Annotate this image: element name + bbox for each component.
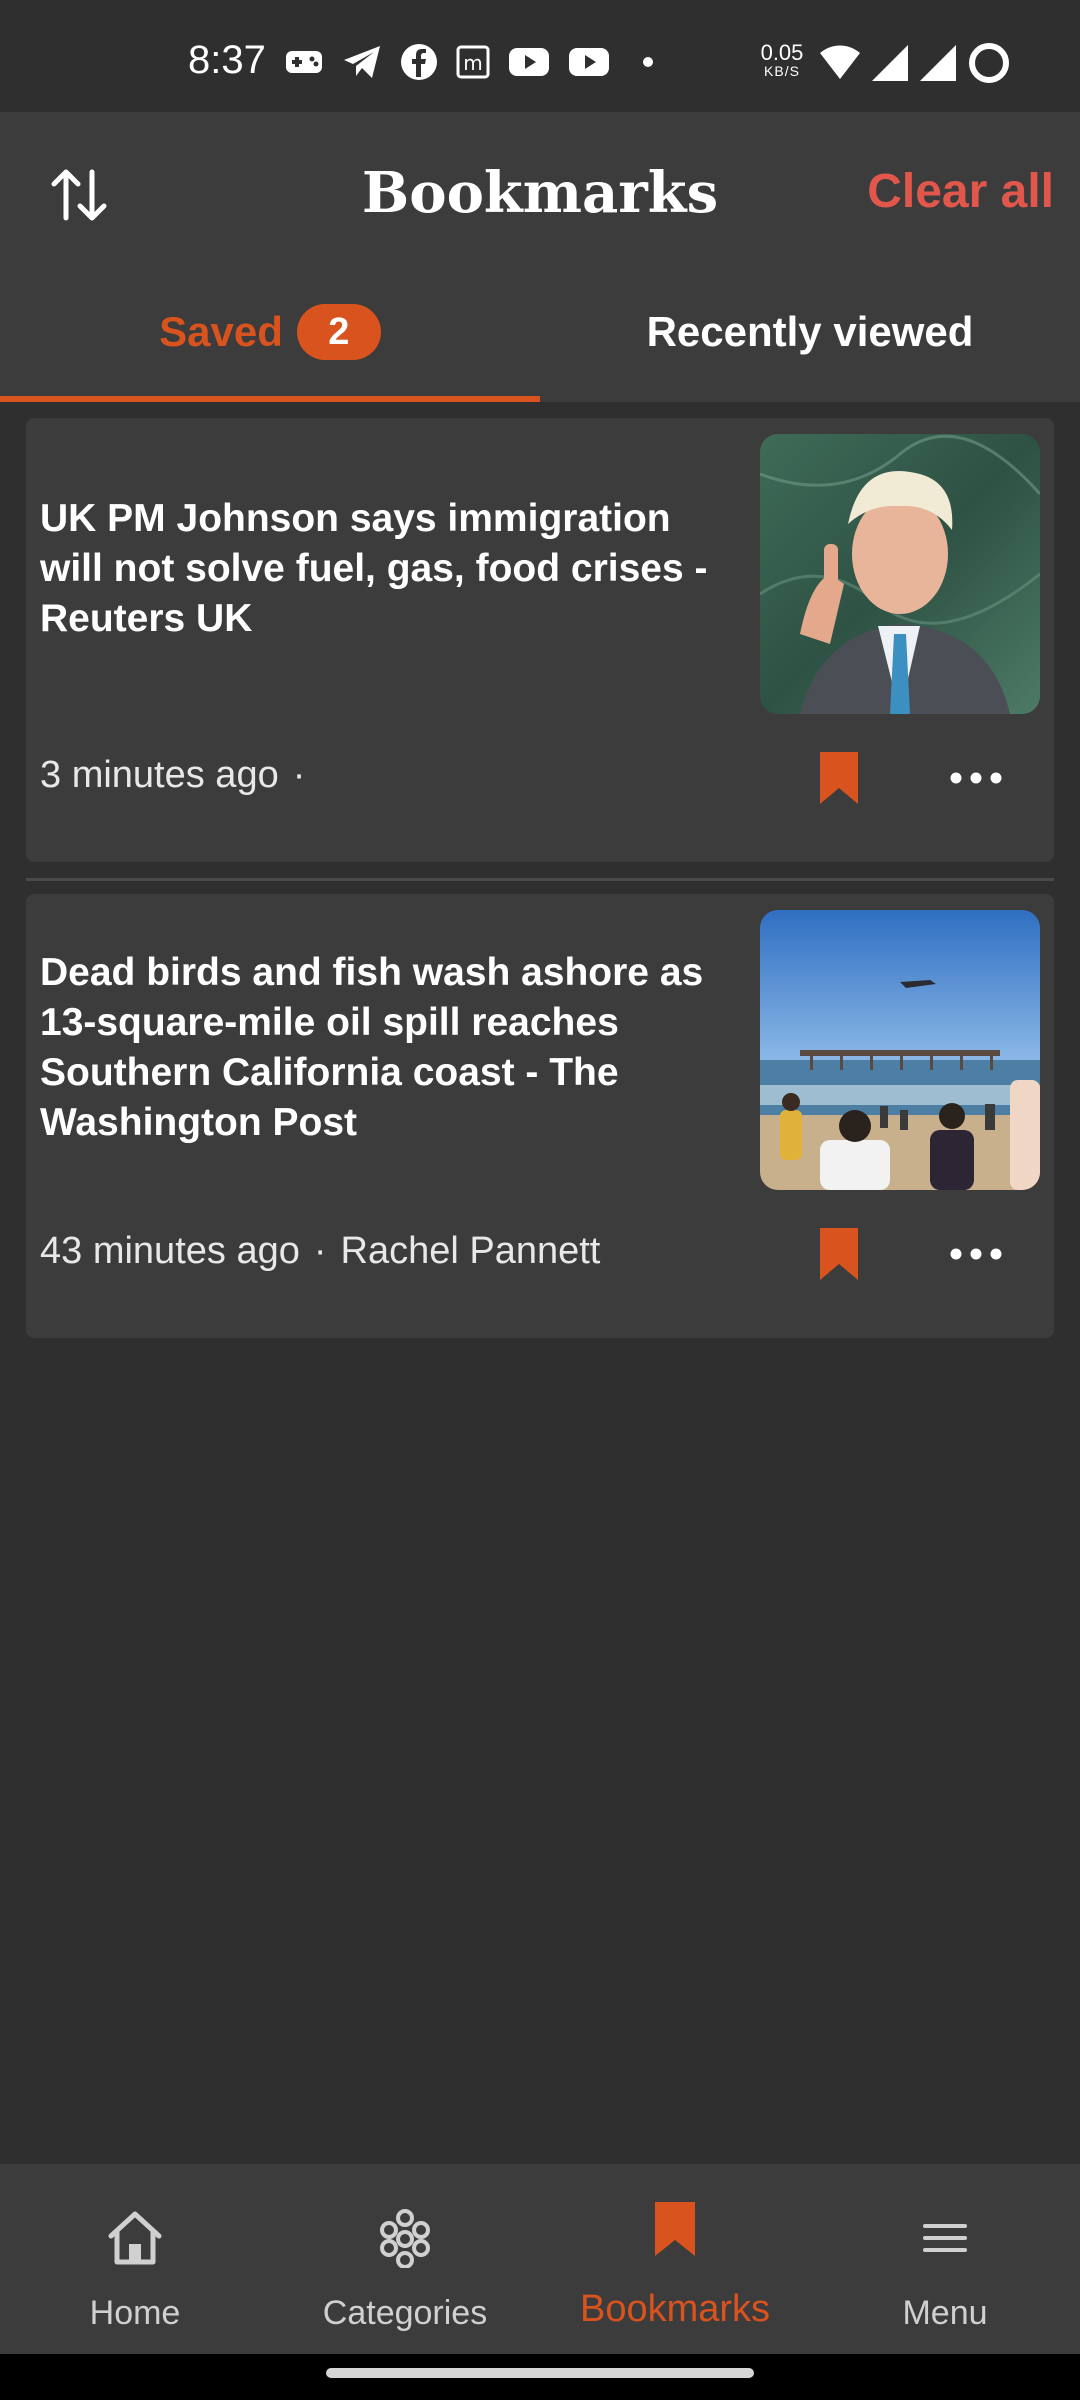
home-icon: [108, 2211, 162, 2265]
game-icon: [284, 47, 324, 82]
battery-ring-icon: [966, 40, 1012, 91]
youtube-icon: [568, 46, 610, 83]
signal-icon: [918, 43, 958, 88]
article-card[interactable]: Dead birds and fish wash ashore as 13-sq…: [26, 894, 1054, 1338]
meta-separator: ·: [292, 754, 306, 796]
tab-saved-label: Saved: [159, 308, 283, 355]
network-speed: 0.05 KB/S: [752, 40, 812, 79]
nav-categories-label: Categories: [322, 2294, 488, 2332]
tab-saved[interactable]: Saved 2: [0, 262, 540, 402]
saved-count-badge: 2: [296, 304, 381, 360]
gesture-navigation-bar: [0, 2354, 1080, 2400]
svg-text:m: m: [463, 51, 482, 75]
notification-icons: m: [284, 40, 668, 88]
card-divider: [26, 878, 1054, 881]
article-author: Rachel Pannett: [340, 1230, 601, 1272]
article-time: 43 minutes ago: [40, 1230, 300, 1272]
status-time: 8:37: [188, 38, 266, 82]
tab-recently-viewed[interactable]: Recently viewed: [540, 262, 1080, 402]
active-tab-indicator: [0, 396, 540, 402]
bookmark-button[interactable]: [816, 1224, 862, 1284]
categories-icon: [380, 2209, 430, 2268]
nav-bookmarks[interactable]: Bookmarks: [540, 2164, 810, 2354]
status-bar: 8:37 m 0.05 KB/S: [0, 0, 1080, 112]
nav-menu-label: Menu: [902, 2294, 988, 2332]
article-meta: 43 minutes ago · Rachel Pannett: [40, 1230, 600, 1273]
facebook-icon: [400, 43, 438, 86]
nav-home-label: Home: [89, 2294, 181, 2332]
net-speed-value: 0.05: [760, 40, 804, 65]
article-meta: 3 minutes ago ·: [40, 754, 319, 797]
net-speed-unit: KB/S: [764, 63, 800, 79]
more-horizontal-icon: [950, 1248, 1002, 1260]
bookmark-button[interactable]: [816, 748, 862, 808]
wifi-icon: [818, 43, 862, 88]
app-header: Bookmarks Clear all Saved 2 Recently vie…: [0, 112, 1080, 402]
nav-bookmarks-label: Bookmarks: [579, 2288, 771, 2330]
more-options-button[interactable]: [946, 1234, 1006, 1274]
m-icon: m: [456, 45, 490, 84]
dot-icon: [628, 52, 668, 77]
meta-separator: ·: [313, 1230, 327, 1272]
nav-categories[interactable]: Categories: [270, 2164, 540, 2354]
clear-all-button[interactable]: Clear all: [867, 164, 1054, 219]
youtube-icon: [508, 46, 550, 83]
more-horizontal-icon: [950, 772, 1002, 784]
signal-icon: [870, 43, 910, 88]
article-card[interactable]: UK PM Johnson says immigration will not …: [26, 418, 1054, 862]
article-title: UK PM Johnson says immigration will not …: [40, 497, 708, 640]
more-options-button[interactable]: [946, 758, 1006, 798]
article-thumbnail: [760, 434, 1040, 714]
telegram-icon: [342, 44, 382, 85]
home-gesture-handle[interactable]: [326, 2368, 754, 2378]
bookmark-filled-icon: [655, 2202, 695, 2256]
article-thumbnail: [760, 910, 1040, 1190]
bookmark-filled-icon: [820, 752, 858, 804]
nav-home[interactable]: Home: [0, 2164, 270, 2354]
hamburger-menu-icon: [923, 2224, 967, 2252]
system-icons: [818, 40, 1012, 91]
nav-menu[interactable]: Menu: [810, 2164, 1080, 2354]
article-time: 3 minutes ago: [40, 754, 279, 796]
bottom-navigation: Home Categories Bookmarks Menu: [0, 2164, 1080, 2354]
article-title: Dead birds and fish wash ashore as 13-sq…: [40, 951, 704, 1144]
bookmark-filled-icon: [820, 1228, 858, 1280]
